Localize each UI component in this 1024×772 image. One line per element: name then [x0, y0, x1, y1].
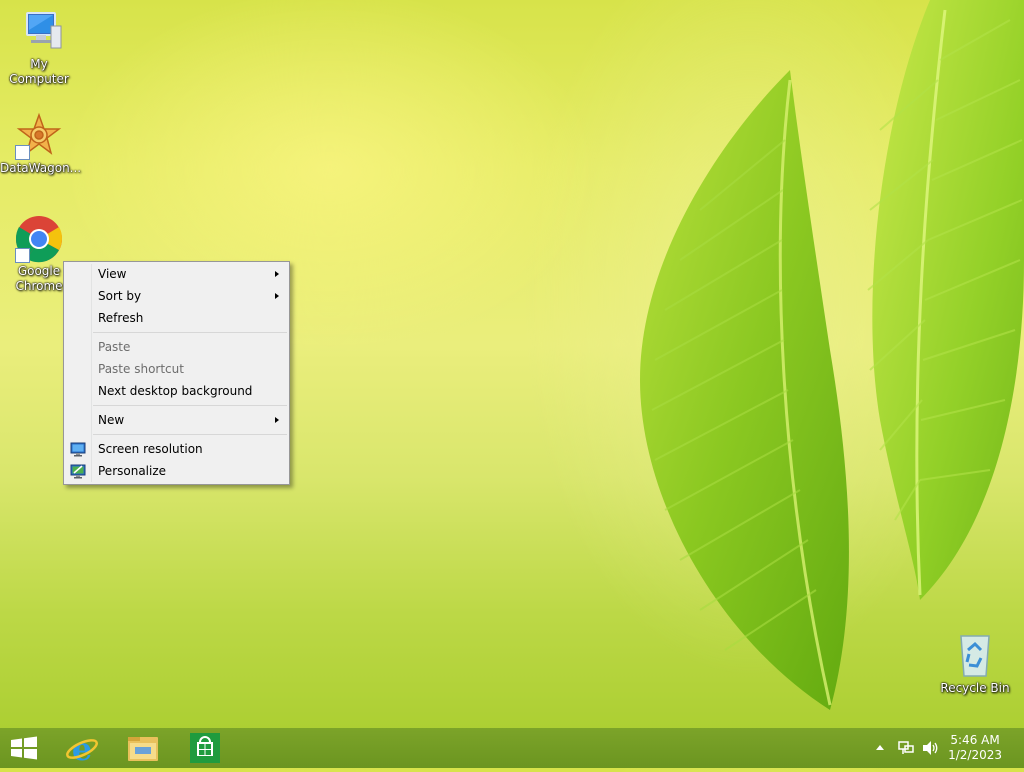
volume-icon[interactable]: [921, 740, 939, 756]
shortcut-arrow-icon: [15, 145, 30, 160]
menu-item-label: New: [98, 413, 125, 427]
clock-time: 5:46 AM: [950, 733, 1000, 747]
desktop[interactable]: My Computer DataWagon... Google Chrome R…: [0, 0, 1024, 728]
file-explorer-icon: [128, 737, 158, 761]
menu-item-refresh[interactable]: Refresh: [66, 307, 287, 329]
chrome-icon: [15, 215, 63, 263]
start-icon: [11, 736, 37, 760]
store-icon: [190, 733, 220, 763]
menu-item-paste[interactable]: Paste: [66, 336, 287, 358]
menu-item-label: Next desktop background: [98, 384, 253, 398]
menu-item-label: Personalize: [98, 464, 167, 478]
desktop-icon-my-computer[interactable]: My Computer: [0, 8, 78, 87]
personalize-icon: [70, 464, 86, 479]
display-icon: [70, 442, 86, 457]
show-hidden-icons-icon[interactable]: [874, 744, 886, 752]
menu-item-personalize[interactable]: Personalize: [66, 460, 287, 482]
desktop-icon-label: My Computer: [9, 57, 69, 86]
menu-item-screen-resolution[interactable]: Screen resolution: [66, 438, 287, 460]
menu-item-label: Paste: [98, 340, 131, 354]
menu-separator: [93, 332, 287, 333]
menu-item-new[interactable]: New: [66, 409, 287, 431]
desktop-icon-label: DataWagon...: [0, 161, 82, 175]
menu-item-label: Screen resolution: [98, 442, 203, 456]
desktop-icon-label: Recycle Bin: [940, 681, 1010, 695]
menu-item-label: Sort by: [98, 289, 142, 303]
submenu-arrow-icon: [275, 417, 279, 423]
menu-item-next-desktop-background[interactable]: Next desktop background: [66, 380, 287, 402]
desktop-context-menu: View Sort by Refresh Paste Paste shortcu…: [63, 261, 290, 485]
submenu-arrow-icon: [275, 271, 279, 277]
taskbar-file-explorer[interactable]: [113, 728, 173, 768]
network-icon[interactable]: [897, 740, 915, 756]
menu-item-label: Refresh: [98, 311, 144, 325]
menu-item-paste-shortcut[interactable]: Paste shortcut: [66, 358, 287, 380]
internet-explorer-icon: e: [66, 730, 98, 768]
clock-date: 1/2/2023: [948, 748, 1002, 762]
menu-item-label: Paste shortcut: [98, 362, 184, 376]
desktop-icon-datawagon[interactable]: DataWagon...: [0, 112, 82, 176]
shortcut-arrow-icon: [15, 248, 30, 263]
recycle-bin-icon: [951, 632, 999, 680]
menu-separator: [93, 405, 287, 406]
menu-item-view[interactable]: View: [66, 263, 287, 285]
taskbar: e 5:46 AM 1/2/2023: [0, 728, 1024, 768]
menu-separator: [93, 434, 287, 435]
start-button[interactable]: [0, 728, 48, 768]
svg-text:e: e: [72, 730, 92, 768]
menu-item-sort-by[interactable]: Sort by: [66, 285, 287, 307]
taskbar-store[interactable]: [175, 728, 235, 768]
desktop-icon-recycle-bin[interactable]: Recycle Bin: [936, 632, 1014, 696]
taskbar-internet-explorer[interactable]: e: [52, 728, 112, 768]
taskbar-clock[interactable]: 5:46 AM 1/2/2023: [948, 733, 1002, 763]
computer-icon: [15, 8, 63, 56]
menu-item-label: View: [98, 267, 127, 281]
submenu-arrow-icon: [275, 293, 279, 299]
datawagon-icon: [15, 112, 63, 160]
